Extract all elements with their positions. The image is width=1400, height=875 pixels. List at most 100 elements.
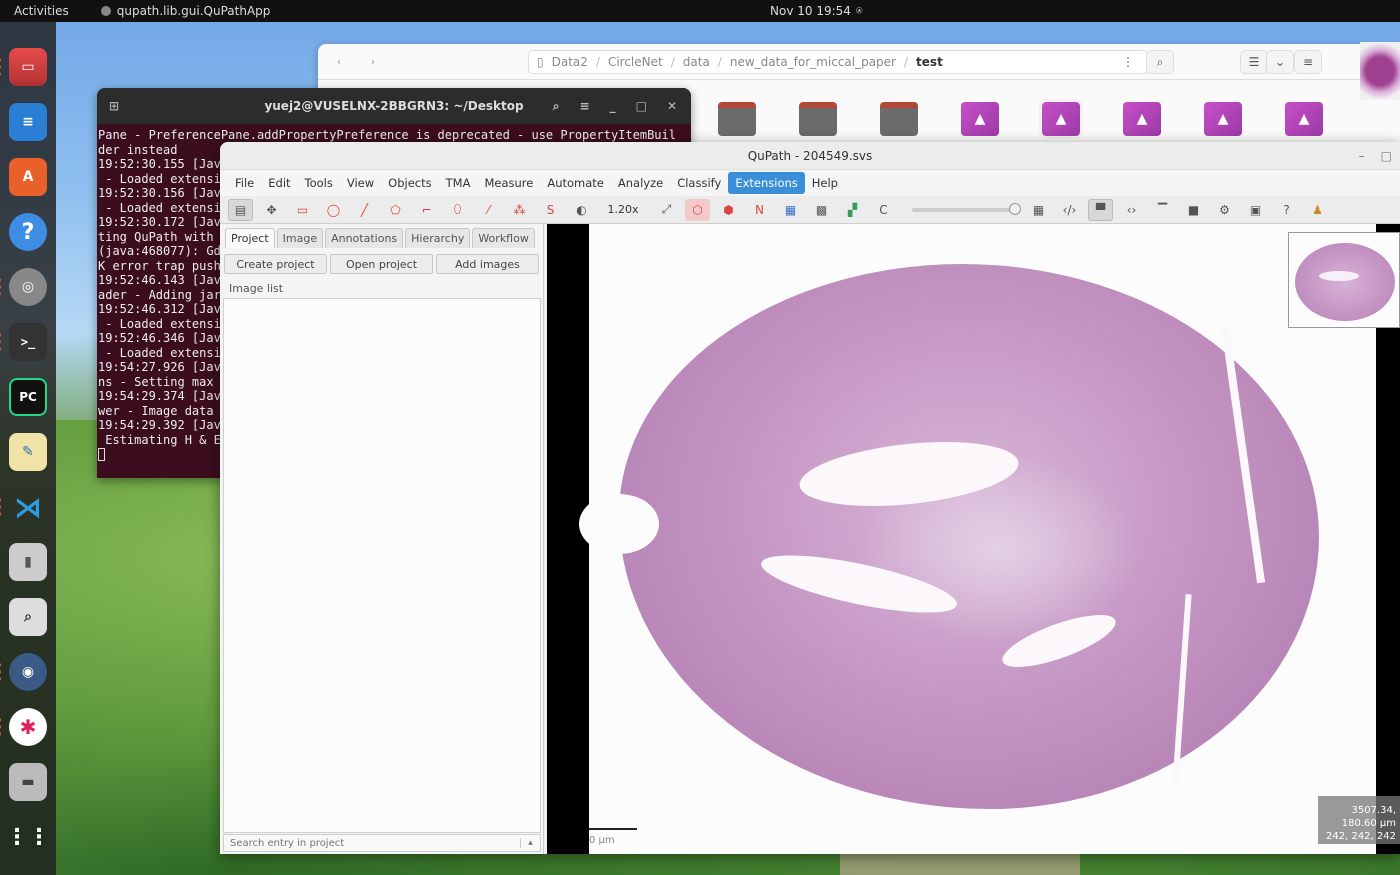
new-tab-icon[interactable]: ⊞ [109, 99, 119, 113]
ellipse-tool-icon[interactable]: ◯ [321, 199, 346, 221]
maximize-icon[interactable]: □ [636, 99, 647, 114]
polyline-tool-icon[interactable]: ⌐ [414, 199, 439, 221]
clock[interactable]: Nov 10 19:54 [770, 4, 851, 18]
dock-magnifier-icon[interactable]: ⌕ [9, 598, 47, 636]
cell-overlay-icon[interactable]: C [871, 199, 896, 221]
pixel-classification-icon[interactable]: ▞ [840, 199, 865, 221]
tab-workflow[interactable]: Workflow [472, 228, 535, 248]
back-chevron-icon[interactable]: ‹ [326, 49, 352, 75]
forward-chevron-icon[interactable]: › [360, 49, 386, 75]
rectangle-tool-icon[interactable]: ▭ [290, 199, 315, 221]
points-tool-icon[interactable]: ⁂ [507, 199, 532, 221]
opacity-slider[interactable] [912, 202, 1021, 215]
menu-automate[interactable]: Automate [540, 172, 611, 194]
folder-item[interactable] [718, 102, 756, 136]
breadcrumb-current[interactable]: test [916, 55, 943, 69]
tab-project[interactable]: Project [225, 228, 275, 248]
maximize-icon[interactable]: □ [1381, 149, 1392, 163]
notification-icon[interactable]: ⍟ [856, 4, 863, 18]
menu-tma[interactable]: TMA [439, 172, 478, 194]
list-view-icon[interactable]: ☰ [1240, 50, 1268, 74]
scalebar-toggle-icon[interactable]: ▔ [1150, 199, 1175, 221]
search-input[interactable] [224, 837, 520, 849]
dock-terminal-icon[interactable]: >_ [0, 323, 47, 361]
menu-measure[interactable]: Measure [477, 172, 540, 194]
dock-vscode-icon[interactable]: ⋊ [0, 488, 47, 526]
dock-help-icon[interactable]: ? [9, 213, 47, 251]
hamburger-menu-icon[interactable]: ≡ [580, 99, 590, 114]
polygon-tool-icon[interactable]: ⬠ [383, 199, 408, 221]
menu-extensions[interactable]: Extensions [728, 172, 805, 194]
image-file-item[interactable]: ▲ [961, 102, 999, 136]
image-viewer[interactable]: 0 µm 3507.34, 180.60 µm 242, 242, 242 [547, 224, 1400, 854]
hamburger-menu-icon[interactable]: ≡ [1294, 50, 1322, 74]
zoom-level[interactable]: 1.20x [600, 203, 646, 216]
brightness-contrast-icon[interactable]: ◐ [569, 199, 594, 221]
extensions-icon[interactable]: ♟ [1305, 199, 1330, 221]
script-editor-icon[interactable]: ‹/› [1057, 199, 1082, 221]
menu-file[interactable]: File [228, 172, 261, 194]
dock-software-icon[interactable]: A [9, 158, 47, 196]
overview-toggle-icon[interactable]: ▀ [1088, 198, 1113, 221]
breadcrumb-item[interactable]: CircleNet [608, 55, 663, 69]
slide-thumbnail[interactable] [1360, 42, 1400, 100]
tab-annotations[interactable]: Annotations [325, 228, 404, 248]
menu-edit[interactable]: Edit [261, 172, 297, 194]
menu-tools[interactable]: Tools [298, 172, 340, 194]
fill-detections-icon[interactable]: ▩ [809, 199, 834, 221]
preferences-icon[interactable]: ⚙ [1212, 199, 1237, 221]
close-icon[interactable]: ✕ [667, 99, 677, 114]
menu-view[interactable]: View [340, 172, 381, 194]
fill-icon[interactable]: ■ [1181, 199, 1206, 221]
image-file-item[interactable]: ▲ [1204, 102, 1242, 136]
location-toggle-icon[interactable]: ‹› [1119, 199, 1144, 221]
annotation-names-icon[interactable]: ⬢ [716, 199, 741, 221]
menu-objects[interactable]: Objects [381, 172, 438, 194]
minimize-icon[interactable]: – [1359, 149, 1365, 163]
menu-analyze[interactable]: Analyze [611, 172, 670, 194]
image-file-item[interactable]: ▲ [1123, 102, 1161, 136]
slider-knob[interactable] [1009, 202, 1021, 215]
detections-icon[interactable]: ▦ [778, 199, 803, 221]
image-file-item[interactable]: ▲ [1285, 102, 1323, 136]
line-tool-icon[interactable]: ╱ [352, 199, 377, 221]
show-annotations-icon[interactable]: ⬡ [685, 198, 710, 221]
open-project-button[interactable]: Open project [330, 254, 433, 274]
search-icon[interactable]: ⌕ [553, 99, 560, 114]
breadcrumb-item[interactable]: Data2 [552, 55, 588, 69]
zoom-to-fit-icon[interactable]: ⤢ [654, 199, 679, 221]
breadcrumb-item[interactable]: new_data_for_miccal_paper [730, 55, 896, 69]
tma-grid-icon[interactable]: N [747, 199, 772, 221]
add-images-button[interactable]: Add images [436, 254, 539, 274]
folder-item[interactable] [880, 102, 918, 136]
create-project-button[interactable]: Create project [224, 254, 327, 274]
brush-tool-icon[interactable]: ⬯ [445, 199, 470, 221]
move-tool-icon[interactable]: ✥ [259, 199, 284, 221]
dock-pycharm-icon[interactable]: PC [9, 378, 47, 416]
dock-drive-icon[interactable]: ▬ [9, 763, 47, 801]
tool-panel-toggle-icon[interactable]: ▤ [228, 198, 253, 221]
overview-thumbnail[interactable] [1288, 232, 1400, 328]
tab-hierarchy[interactable]: Hierarchy [405, 228, 471, 248]
search-options-icon[interactable]: ▴ [520, 838, 540, 848]
dock-slack-icon[interactable]: ✱ [0, 708, 47, 746]
dock-disc-icon[interactable]: ◎ [0, 268, 47, 306]
tab-image[interactable]: Image [276, 228, 324, 248]
search-icon[interactable]: ⌕ [1146, 50, 1174, 74]
minimize-icon[interactable]: _ [610, 99, 616, 114]
log-icon[interactable]: ▣ [1243, 199, 1268, 221]
selection-mode-icon[interactable]: S [538, 199, 563, 221]
activities-button[interactable]: Activities [14, 4, 69, 18]
menu-help[interactable]: Help [805, 172, 845, 194]
folder-item[interactable] [799, 102, 837, 136]
dock-files-icon[interactable]: ▭ [0, 48, 47, 86]
dock-text-editor-icon[interactable]: ✎ [9, 433, 47, 471]
view-options-chevron-icon[interactable]: ⌄ [1266, 50, 1294, 74]
app-menu[interactable]: qupath.lib.gui.QuPathApp [100, 4, 270, 18]
help-icon[interactable]: ? [1274, 199, 1299, 221]
grid-icon[interactable]: ▦ [1026, 199, 1051, 221]
image-list[interactable] [223, 298, 541, 833]
dock-qupath-icon[interactable]: ◉ [0, 653, 47, 691]
menu-classify[interactable]: Classify [670, 172, 728, 194]
dock-writer-icon[interactable]: ≡ [9, 103, 47, 141]
